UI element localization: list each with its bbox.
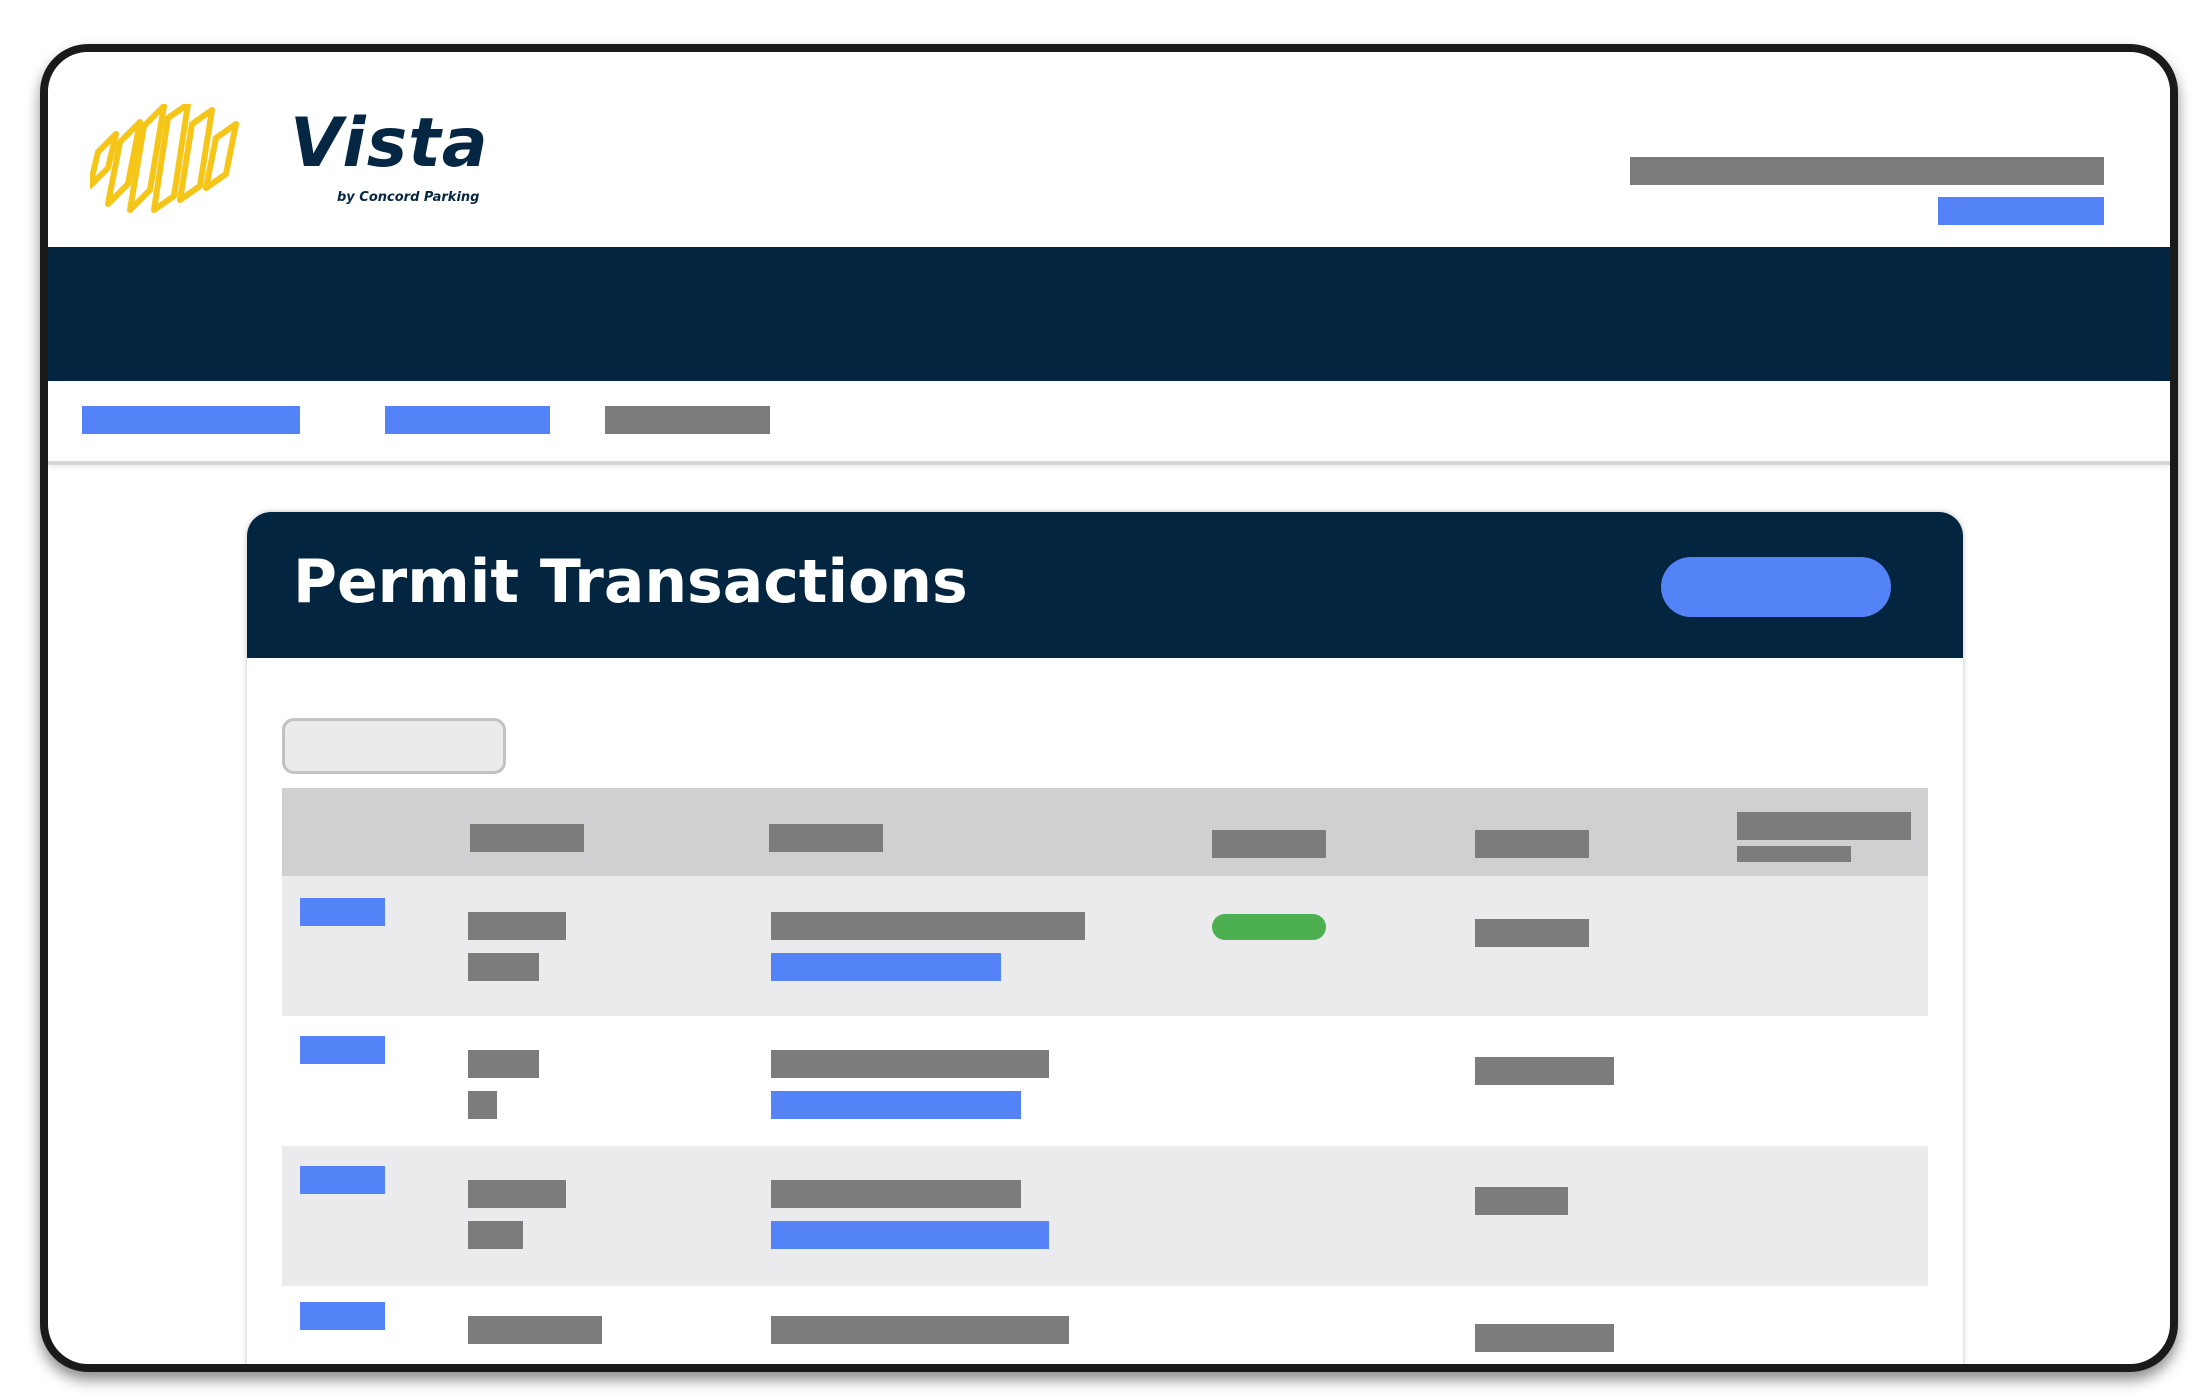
row-value xyxy=(1475,1187,1568,1215)
permit-transactions-card: Permit Transactions active xyxy=(247,512,1963,1364)
account-link[interactable] xyxy=(1938,197,2104,225)
nav-tab-2[interactable] xyxy=(385,406,550,434)
row-description xyxy=(771,1316,1069,1344)
row-description xyxy=(771,912,1085,940)
card-header: Permit Transactions xyxy=(247,512,1963,658)
row-primary-text xyxy=(468,1050,539,1078)
row-value xyxy=(1475,1057,1614,1085)
table-row[interactable] xyxy=(282,1016,1928,1146)
row-description-link[interactable] xyxy=(771,1091,1021,1119)
table-row[interactable] xyxy=(282,1146,1928,1286)
row-id-link[interactable] xyxy=(300,1302,385,1330)
row-secondary-text xyxy=(468,953,539,981)
brand-tagline: by Concord Parking xyxy=(337,190,480,205)
row-description-link[interactable] xyxy=(771,953,1001,981)
table-header xyxy=(282,788,1928,876)
filter-input[interactable] xyxy=(282,718,506,774)
column-header-sub xyxy=(1737,846,1851,862)
nav-tab-3[interactable] xyxy=(605,406,770,434)
vista-logo[interactable]: Vista by Concord Parking xyxy=(90,104,488,214)
row-description xyxy=(771,1050,1049,1078)
row-id-link[interactable] xyxy=(300,1036,385,1064)
table-row[interactable]: active xyxy=(282,876,1928,1016)
user-info xyxy=(1630,157,2104,185)
sub-nav xyxy=(48,381,2170,465)
column-header[interactable] xyxy=(769,824,883,852)
nav-tab-1[interactable] xyxy=(82,406,300,434)
app-header: Vista by Concord Parking xyxy=(48,52,2170,247)
primary-action-button[interactable] xyxy=(1661,557,1891,617)
status-badge: active xyxy=(1212,914,1326,940)
row-id-link[interactable] xyxy=(300,1166,385,1194)
row-secondary-text xyxy=(468,1221,523,1249)
row-primary-text xyxy=(468,1316,602,1344)
table-row[interactable] xyxy=(282,1286,1928,1364)
column-header[interactable] xyxy=(1212,830,1326,858)
column-header[interactable] xyxy=(470,824,584,852)
row-value xyxy=(1475,1324,1614,1352)
wave-logo-icon xyxy=(90,104,239,213)
row-primary-text xyxy=(468,1180,566,1208)
column-header[interactable] xyxy=(1475,830,1589,858)
page-title: Permit Transactions xyxy=(293,547,968,617)
main-nav-band xyxy=(48,247,2170,381)
row-primary-text xyxy=(468,912,566,940)
row-description xyxy=(771,1180,1021,1208)
row-secondary-text xyxy=(468,1091,497,1119)
row-id-link[interactable] xyxy=(300,898,385,926)
row-description-link[interactable] xyxy=(771,1221,1049,1249)
row-value xyxy=(1475,919,1589,947)
browser-frame: Vista by Concord Parking Permit Transact… xyxy=(40,44,2178,1372)
brand-name: Vista xyxy=(290,104,489,183)
column-header[interactable] xyxy=(1737,812,1911,840)
